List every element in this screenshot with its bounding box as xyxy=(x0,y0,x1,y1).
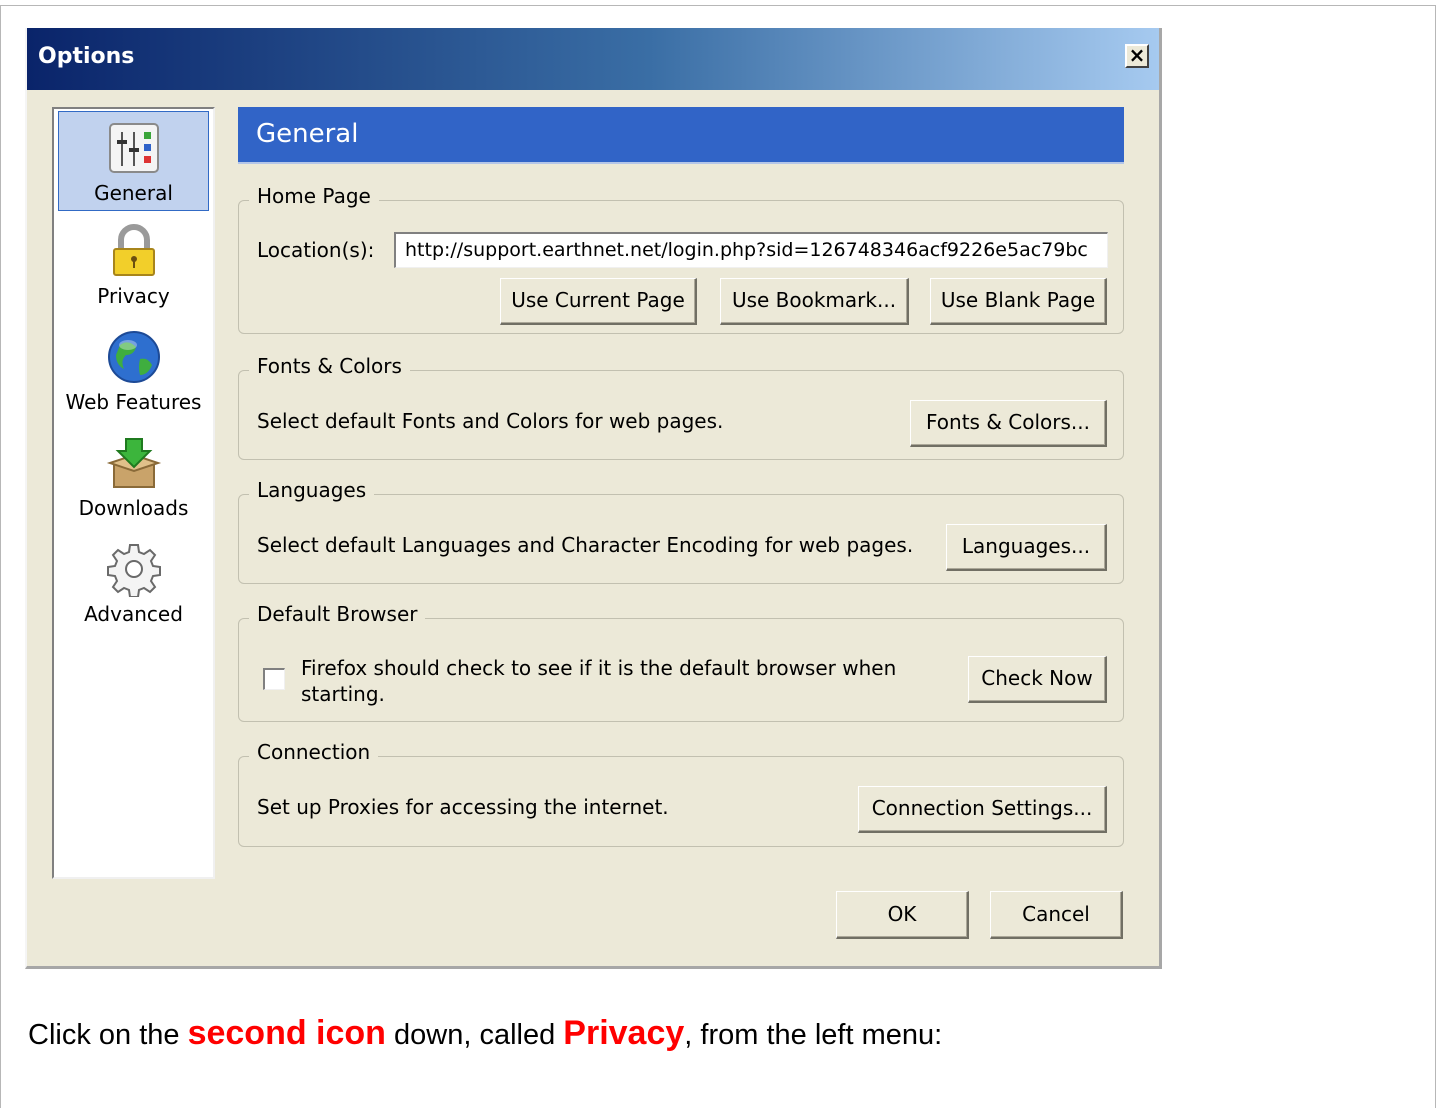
use-bookmark-button[interactable]: Use Bookmark... xyxy=(720,278,909,325)
check-now-button[interactable]: Check Now xyxy=(968,656,1107,703)
sidebar-label-downloads: Downloads xyxy=(78,496,189,520)
home-page-location-input[interactable]: http://support.earthnet.net/login.php?si… xyxy=(394,232,1108,268)
caption-emphasis: Privacy xyxy=(563,1014,685,1052)
ok-button[interactable]: OK xyxy=(836,891,969,939)
sidebar-item-privacy[interactable]: Privacy xyxy=(58,215,209,315)
instruction-caption: Click on the second icon down, called Pr… xyxy=(28,1014,942,1053)
close-button[interactable]: × xyxy=(1125,44,1149,68)
default-browser-checkbox-label[interactable]: Firefox should check to see if it is the… xyxy=(301,655,901,707)
sidebar-item-general[interactable]: General xyxy=(58,111,209,211)
use-current-page-button[interactable]: Use Current Page xyxy=(500,278,697,325)
use-blank-page-button[interactable]: Use Blank Page xyxy=(930,278,1107,325)
location-label: Location(s): xyxy=(257,238,375,262)
connection-description: Set up Proxies for accessing the interne… xyxy=(257,795,669,819)
sidebar-item-web-features[interactable]: Web Features xyxy=(58,321,209,421)
group-legend: Default Browser xyxy=(249,602,426,626)
caption-text: Click on the xyxy=(28,1019,188,1051)
sliders-icon xyxy=(108,123,159,173)
sidebar-label-privacy: Privacy xyxy=(97,284,170,308)
connection-group: Connection Set up Proxies for accessing … xyxy=(238,740,1124,847)
gear-icon xyxy=(106,544,161,597)
caption-text: , from the left menu: xyxy=(684,1019,943,1051)
home-page-group: Home Page Location(s): http://support.ea… xyxy=(238,184,1124,334)
globe-icon xyxy=(107,331,160,383)
languages-button[interactable]: Languages... xyxy=(946,524,1107,571)
close-icon: × xyxy=(1128,43,1146,67)
title-bar[interactable]: Options × xyxy=(27,28,1159,90)
group-legend: Languages xyxy=(249,478,375,502)
dialog-title: Options xyxy=(38,44,135,69)
default-browser-group: Default Browser Firefox should check to … xyxy=(238,602,1124,722)
caption-text: down, called xyxy=(385,1019,564,1051)
sidebar-item-downloads[interactable]: Downloads xyxy=(58,427,209,527)
sidebar-item-advanced[interactable]: Advanced xyxy=(58,533,209,633)
connection-settings-button[interactable]: Connection Settings... xyxy=(858,786,1107,833)
fonts-colors-description: Select default Fonts and Colors for web … xyxy=(257,409,724,433)
sidebar-label-general: General xyxy=(94,181,173,205)
options-dialog: Options × General Privacy Web Features D… xyxy=(25,28,1162,969)
languages-description: Select default Languages and Character E… xyxy=(257,533,914,557)
padlock-icon xyxy=(112,224,155,276)
caption-emphasis: second icon xyxy=(187,1014,386,1052)
default-browser-checkbox[interactable] xyxy=(263,668,285,690)
group-legend: Connection xyxy=(249,740,379,764)
pane-title: General xyxy=(256,119,359,149)
download-box-icon xyxy=(106,438,161,488)
group-legend: Fonts & Colors xyxy=(249,354,410,378)
fonts-colors-button[interactable]: Fonts & Colors... xyxy=(910,400,1107,447)
languages-group: Languages Select default Languages and C… xyxy=(238,478,1124,584)
sidebar-label-web-features: Web Features xyxy=(65,390,202,414)
group-legend: Home Page xyxy=(249,184,379,208)
fonts-colors-group: Fonts & Colors Select default Fonts and … xyxy=(238,354,1124,460)
sidebar-label-advanced: Advanced xyxy=(84,602,183,626)
category-sidebar: General Privacy Web Features Downloads A… xyxy=(52,107,215,879)
pane-header: General xyxy=(238,107,1124,164)
cancel-button[interactable]: Cancel xyxy=(990,891,1123,939)
